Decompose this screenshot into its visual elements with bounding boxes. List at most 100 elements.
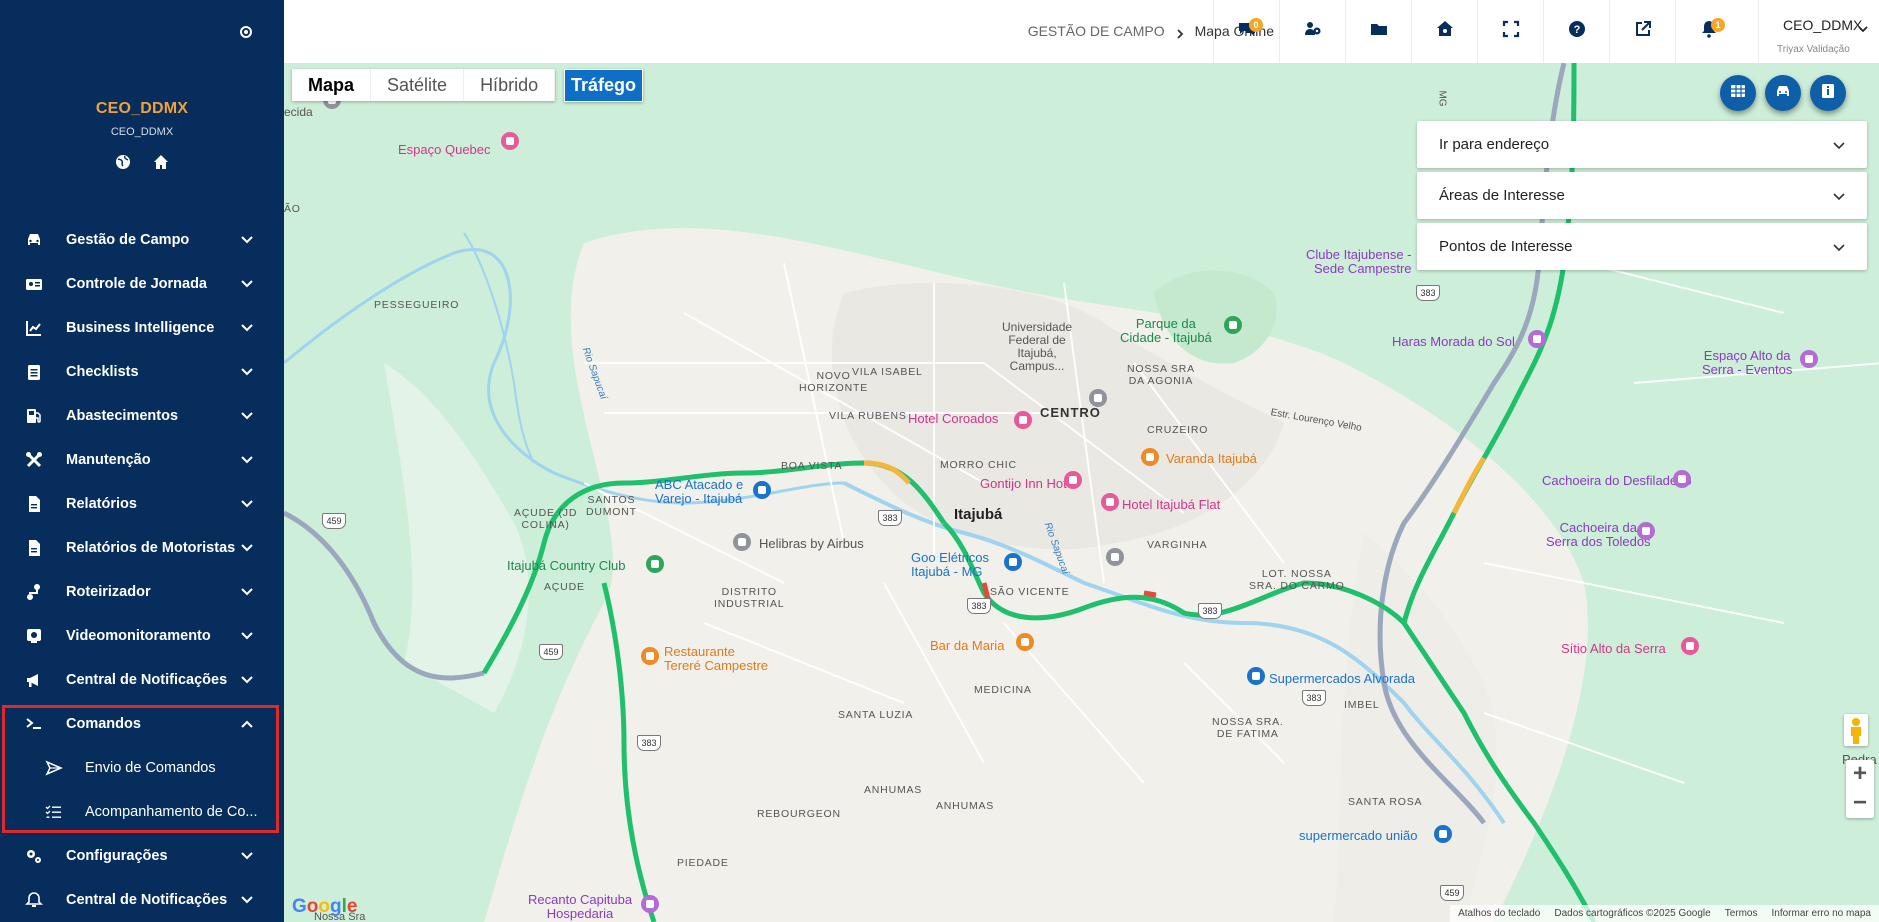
shop-pin-icon[interactable]	[1004, 553, 1022, 571]
map-type-hibrido[interactable]: Híbrido	[464, 69, 556, 101]
zoom-out-button[interactable]: −	[1846, 789, 1874, 818]
poi-helibras[interactable]: Helibras by Airbus	[759, 536, 864, 551]
bar-pin-icon[interactable]	[1016, 633, 1034, 651]
sidebar-item-controle-de-jornada[interactable]: Controle de Jornada	[0, 262, 284, 306]
sidebar-item-relatorios-de-motoristas[interactable]: Relatórios de Motoristas	[0, 526, 284, 570]
chat-button[interactable]: 0	[1213, 0, 1279, 63]
report-error-link[interactable]: Informar erro no mapa	[1772, 905, 1872, 922]
bullhorn-icon	[25, 671, 43, 689]
map-type-satelite[interactable]: Satélite	[371, 69, 465, 101]
sidebar-menu: Gestão de Campo Controle de Jornada Busi…	[0, 218, 284, 922]
school-pin-icon[interactable]	[1106, 548, 1124, 566]
sidebar-item-roteirizador[interactable]: Roteirizador	[0, 570, 284, 614]
poi-sitio-alto-da-serra[interactable]: Sítio Alto da Serra	[1561, 641, 1666, 656]
poi-clube-itajubense[interactable]: Clube Itajubense - Sede Campestre	[1306, 248, 1412, 276]
sidebar-subitem-acompanhamento-de-comandos[interactable]: Acompanhamento de Co...	[0, 790, 284, 834]
hotel-pin-icon[interactable]	[1064, 471, 1082, 489]
sidebar-item-abastecimentos[interactable]: Abastecimentos	[0, 394, 284, 438]
help-button[interactable]: ?	[1543, 0, 1609, 63]
poi-varanda-itajuba[interactable]: Varanda Itajubá	[1166, 451, 1257, 466]
hotel-pin-icon[interactable]	[501, 132, 519, 150]
poi-espaco-alto-da-serra[interactable]: Espaço Alto da Serra - Eventos	[1702, 349, 1792, 377]
poi-gontijo-inn-hotel[interactable]: Gontijo Inn Hotel	[980, 476, 1077, 491]
info-panel-button[interactable]	[1810, 75, 1846, 111]
traffic-toggle-button[interactable]: Tráfego	[564, 69, 644, 102]
terms-link[interactable]: Termos	[1725, 905, 1758, 922]
grid-view-button[interactable]	[1720, 75, 1756, 111]
poi-restaurante-terere[interactable]: Restaurante Tereré Campestre	[664, 645, 768, 673]
waterfall-pin-icon[interactable]	[1673, 470, 1691, 488]
street-view-pegman[interactable]	[1844, 714, 1868, 746]
poi-supermercado-uniao[interactable]: supermercado união	[1299, 828, 1418, 843]
home-settings-button[interactable]	[1411, 0, 1477, 63]
folder-button[interactable]	[1345, 0, 1411, 63]
sidebar-item-videomonitoramento[interactable]: Videomonitoramento	[0, 614, 284, 658]
sidebar: CEO_DDMX CEO_DDMX Gestão de Campo Contro…	[0, 0, 284, 922]
poi-hotel-coroados[interactable]: Hotel Coroados	[908, 411, 998, 426]
shop-pin-icon[interactable]	[753, 481, 771, 499]
place-pin-icon[interactable]	[1800, 350, 1818, 368]
globe-icon[interactable]	[114, 154, 132, 172]
hotel-pin-icon[interactable]	[1681, 637, 1699, 655]
poi-cachoeira-da-serra[interactable]: Cachoeira da Serra dos Toledos	[1546, 521, 1651, 549]
accordion-pontos-de-interesse[interactable]: Pontos de Interesse	[1417, 223, 1867, 270]
club-pin-icon[interactable]	[646, 555, 664, 573]
poi-supermercados-alvorada[interactable]: Supermercados Alvorada	[1269, 671, 1415, 686]
shop-pin-icon[interactable]	[1434, 825, 1452, 843]
area-acude-jd-colina: AÇUDE (JD COLINA)	[514, 507, 578, 531]
sidebar-item-gestao-de-campo[interactable]: Gestão de Campo	[0, 218, 284, 262]
area-imbel: IMBEL	[1344, 699, 1380, 711]
sidebar-item-comandos[interactable]: Comandos	[0, 702, 284, 746]
sidebar-item-central-de-notificacoes[interactable]: Central de Notificações	[0, 658, 284, 702]
fullscreen-icon	[1502, 20, 1520, 43]
sidebar-item-relatorios[interactable]: Relatórios	[0, 482, 284, 526]
poi-bar-da-maria[interactable]: Bar da Maria	[930, 638, 1004, 653]
sidebar-item-manutencao[interactable]: Manutenção	[0, 438, 284, 482]
sidebar-toggle-icon[interactable]	[240, 26, 252, 38]
map-type-mapa[interactable]: Mapa	[292, 69, 372, 101]
place-pin-icon[interactable]	[1528, 330, 1546, 348]
poi-cachoeira-do-desfiladeiro[interactable]: Cachoeira do Desfiladeiro	[1542, 473, 1692, 488]
chevron-down-icon	[240, 585, 254, 599]
breadcrumb-parent[interactable]: GESTÃO DE CAMPO	[1028, 23, 1165, 39]
place-pin-icon[interactable]	[733, 533, 751, 551]
user-menu[interactable]: CEO_DDMX Triyax Validação	[1758, 0, 1879, 63]
lodging-pin-icon[interactable]	[641, 895, 659, 913]
poi-abc-atacado[interactable]: ABC Atacado e Varejo - Itajubá	[655, 478, 743, 506]
vehicles-button[interactable]	[1765, 75, 1801, 111]
waterfall-pin-icon[interactable]	[1637, 522, 1655, 540]
school-pin-icon[interactable]	[1089, 389, 1107, 407]
fullscreen-button[interactable]	[1477, 0, 1543, 63]
poi-universidade[interactable]: Universidade Federal de Itajubá, Campus.…	[1002, 321, 1072, 373]
sidebar-item-label: Abastecimentos	[66, 408, 179, 424]
external-link-button[interactable]	[1609, 0, 1675, 63]
poi-goo-eletricos[interactable]: Goo Elétricos Itajubá - MG	[911, 551, 989, 579]
accordion-ir-para-endereco[interactable]: Ir para endereço	[1417, 121, 1867, 168]
restaurant-pin-icon[interactable]	[641, 647, 659, 665]
hotel-pin-icon[interactable]	[1101, 493, 1119, 511]
poi-espaco-quebec[interactable]: Espaço Quebec	[398, 142, 491, 157]
sidebar-item-central-de-notificacoes-2[interactable]: Central de Notificações	[0, 878, 284, 922]
notifications-button[interactable]: 1	[1675, 0, 1741, 63]
poi-hotel-itajuba-flat[interactable]: Hotel Itajubá Flat	[1122, 497, 1220, 512]
sidebar-item-configuracoes[interactable]: Configurações	[0, 834, 284, 878]
keyboard-shortcuts-link[interactable]: Atalhos do teclado	[1458, 905, 1540, 922]
poi-haras-morada-do-sol[interactable]: Haras Morada do Sol	[1392, 334, 1515, 349]
map-canvas[interactable]: Espaço Quebec PESSEGUEIRO ÃO ecida Unive…	[284, 63, 1879, 922]
shop-pin-icon[interactable]	[1247, 667, 1265, 685]
hotel-pin-icon[interactable]	[1014, 411, 1032, 429]
fuel-pump-icon	[25, 407, 43, 425]
poi-recanto-capituba[interactable]: Recanto Capituba Hospedaria	[528, 893, 632, 921]
zoom-in-button[interactable]: +	[1846, 760, 1874, 789]
accordion-areas-de-interesse[interactable]: Áreas de Interesse	[1417, 172, 1867, 219]
park-pin-icon[interactable]	[1224, 316, 1242, 334]
home-icon[interactable]	[152, 154, 170, 172]
user-role: CEO_DDMX	[110, 126, 174, 138]
restaurant-pin-icon[interactable]	[1141, 448, 1159, 466]
sidebar-item-business-intelligence[interactable]: Business Intelligence	[0, 306, 284, 350]
poi-parque-da-cidade[interactable]: Parque da Cidade - Itajubá	[1120, 317, 1212, 345]
sidebar-subitem-envio-de-comandos[interactable]: Envio de Comandos	[0, 746, 284, 790]
users-settings-button[interactable]	[1279, 0, 1345, 63]
poi-itajuba-country-club[interactable]: Itajubá Country Club	[507, 558, 626, 573]
sidebar-item-checklists[interactable]: Checklists	[0, 350, 284, 394]
